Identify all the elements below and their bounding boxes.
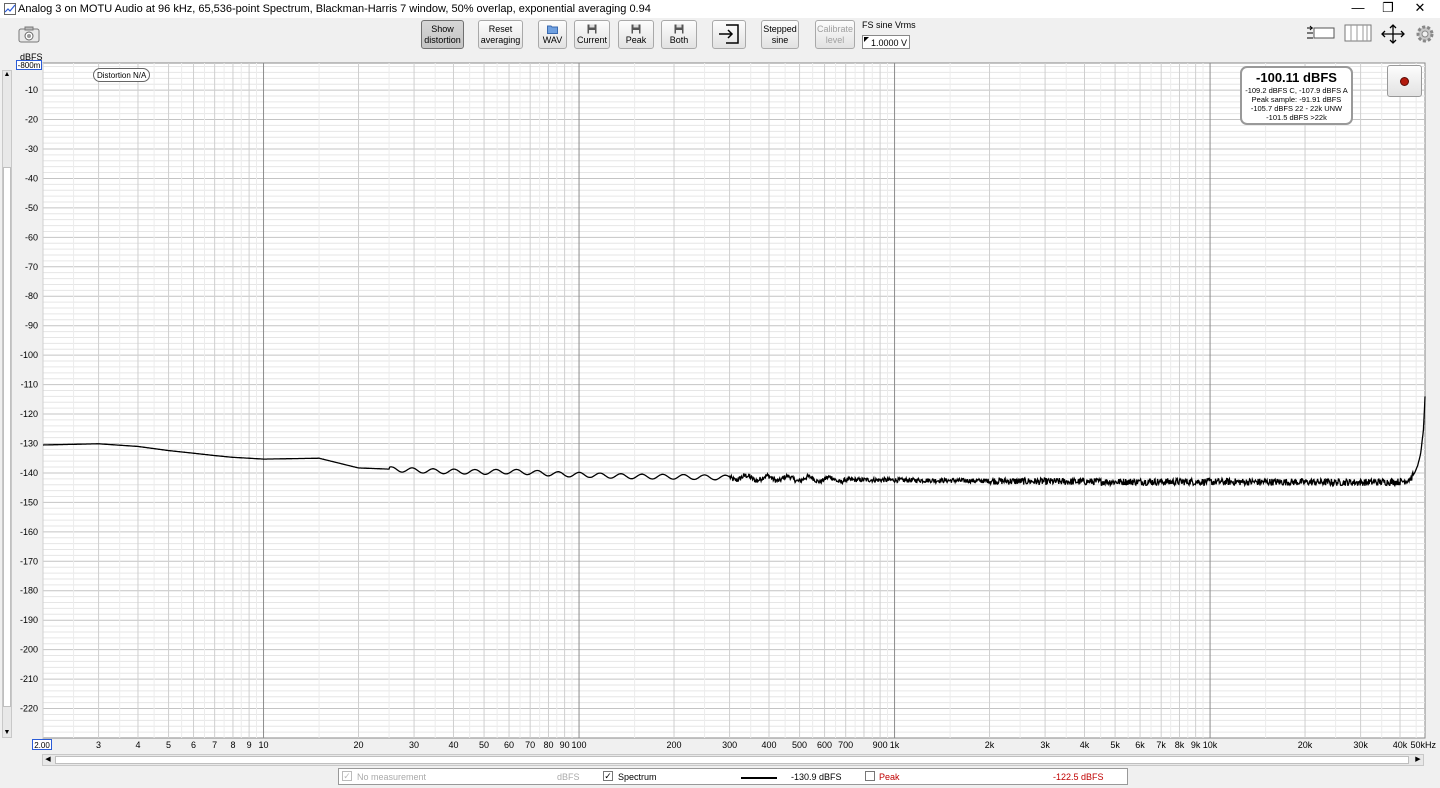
x-tick-label: 20k <box>1298 740 1313 750</box>
x-tick-label: 6 <box>191 740 196 750</box>
x-tick-label: 3 <box>96 740 101 750</box>
horizontal-scroll-thumb[interactable] <box>55 756 1409 764</box>
readout-line: Peak sample: -91.91 dBFS <box>1251 95 1342 104</box>
x-tick-label: 400 <box>761 740 776 750</box>
x-tick-label: 50kHz <box>1410 740 1436 750</box>
x-tick-label: 40 <box>448 740 458 750</box>
y-tick-label: -70 <box>25 262 38 272</box>
y-tick-label: -90 <box>25 321 38 331</box>
plot-area[interactable] <box>42 62 1426 739</box>
x-tick-label: 10k <box>1203 740 1218 750</box>
x-tick-label: 4 <box>135 740 140 750</box>
legend: ✓ No measurement dBFS ✓ Spectrum -130.9 … <box>338 768 1128 785</box>
spectrum-value: -130.9 dBFS <box>791 772 842 782</box>
y-tick-label: -130 <box>20 438 38 448</box>
spectrum-chart[interactable]: -10 -20 -30 -40 -50 -60 -70 -80 -90 -100 -110 -120 -… <box>0 0 1440 788</box>
x-tick-label: 8 <box>230 740 235 750</box>
x-tick-label: 7 <box>212 740 217 750</box>
peak-value: -122.5 dBFS <box>1053 772 1104 782</box>
y-tick-label: -170 <box>20 556 38 566</box>
y-tick-label: -150 <box>20 497 38 507</box>
y-tick-label: -20 <box>25 115 38 125</box>
y-tick-label: -110 <box>21 380 38 390</box>
x-tick-label: 8k <box>1175 740 1185 750</box>
y-tick-label: -60 <box>25 232 38 242</box>
x-tick-label: 5 <box>166 740 171 750</box>
record-button[interactable] <box>1387 65 1422 97</box>
level-readout: -100.11 dBFS -109.2 dBFS C, -107.9 dBFS … <box>1240 66 1353 125</box>
x-tick-label: 70 <box>525 740 535 750</box>
x-tick-label: 100 <box>572 740 587 750</box>
horizontal-scrollbar[interactable]: ◀ ▶ <box>42 754 1424 766</box>
y-tick-label: -160 <box>20 527 38 537</box>
x-tick-label: 50 <box>479 740 489 750</box>
y-tick-label: -190 <box>20 615 38 625</box>
x-tick-label: 600 <box>817 740 832 750</box>
x-tick-label: 3k <box>1040 740 1050 750</box>
readout-main: -100.11 dBFS <box>1256 70 1337 85</box>
no-measurement-checkbox[interactable]: ✓ <box>342 771 352 781</box>
no-measurement-unit: dBFS <box>557 772 580 782</box>
x-tick-label: 2k <box>985 740 995 750</box>
record-icon <box>1400 77 1409 86</box>
readout-line: -101.5 dBFS >22k <box>1266 113 1327 122</box>
x-tick-label: 900 <box>873 740 888 750</box>
y-tick-label: -200 <box>20 645 38 655</box>
peak-label: Peak <box>879 772 900 782</box>
x-tick-label: 30k <box>1353 740 1368 750</box>
x-tick-label: 9 <box>247 740 252 750</box>
x-tick-label: 9k <box>1191 740 1201 750</box>
x-tick-label: 40k <box>1393 740 1408 750</box>
scroll-left-icon[interactable]: ◀ <box>43 755 53 765</box>
y-tick-label: -10 <box>25 85 38 95</box>
y-tick-label: -140 <box>20 468 38 478</box>
x-tick-label: 200 <box>667 740 682 750</box>
x-tick-label: 1k <box>890 740 900 750</box>
x-tick-label: 20 <box>354 740 364 750</box>
y-tick-label: -120 <box>20 409 38 419</box>
y-tick-label: -30 <box>25 144 38 154</box>
x-tick-label: 7k <box>1156 740 1166 750</box>
x-tick-label: 4k <box>1080 740 1090 750</box>
x-tick-label: 10 <box>259 740 269 750</box>
y-tick-label: -180 <box>20 586 38 596</box>
x-tick-label: 90 <box>560 740 570 750</box>
peak-checkbox[interactable] <box>865 771 875 781</box>
y-tick-label: -40 <box>25 173 38 183</box>
spectrum-swatch <box>741 777 777 779</box>
y-tick-label: -50 <box>25 203 38 213</box>
scroll-right-icon[interactable]: ▶ <box>1413 755 1423 765</box>
y-tick-label: -210 <box>20 674 38 684</box>
readout-line: -109.2 dBFS C, -107.9 dBFS A <box>1245 86 1348 95</box>
x-tick-label: 700 <box>838 740 853 750</box>
y-tick-label: -80 <box>25 291 38 301</box>
y-tick-label: -220 <box>20 704 38 714</box>
x-tick-label: 5k <box>1110 740 1120 750</box>
distortion-label: Distortion N/A <box>93 68 151 82</box>
x-tick-label: 80 <box>543 740 553 750</box>
x-tick-label: 6k <box>1135 740 1145 750</box>
spectrum-checkbox[interactable]: ✓ <box>603 771 613 781</box>
y-tick-label: -100 <box>20 350 38 360</box>
no-measurement-label: No measurement <box>357 772 427 782</box>
y-tick-labels: -10 -20 -30 -40 -50 -60 -70 -80 -90 -100 -110 -120 -… <box>20 85 38 713</box>
x-tick-label: 60 <box>504 740 514 750</box>
x-tick-label: 300 <box>722 740 737 750</box>
readout-line: -105.7 dBFS 22 - 22k UNW <box>1250 104 1343 113</box>
x-tick-label: 500 <box>792 740 807 750</box>
spectrum-label: Spectrum <box>618 772 657 782</box>
x-axis-min-input[interactable]: 2.00 <box>32 739 52 750</box>
x-tick-labels: 3 4 5 6 7 8 9 10 20 30 40 50 60 70 80 90 100 200 300 400 500… <box>96 740 1436 750</box>
x-tick-label: 30 <box>409 740 419 750</box>
